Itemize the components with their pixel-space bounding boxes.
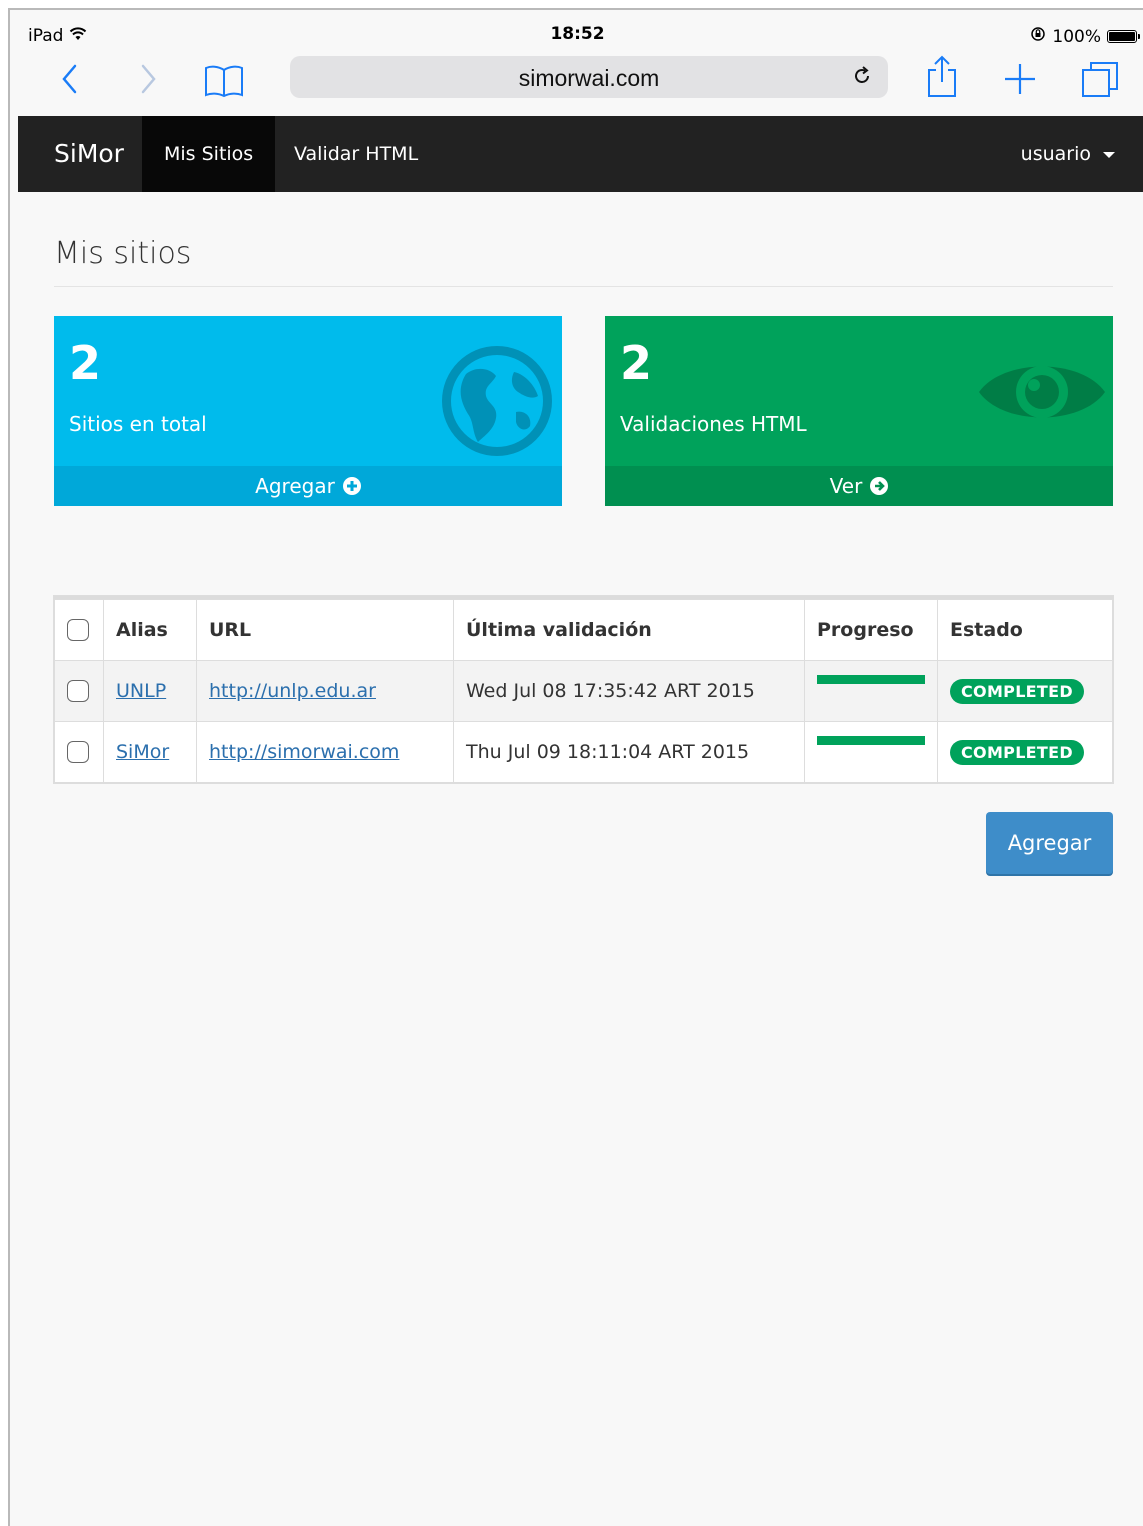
plus-circle-icon bbox=[342, 476, 361, 495]
progress-bar bbox=[817, 675, 925, 684]
last-validation: Thu Jul 09 18:11:04 ART 2015 bbox=[453, 721, 805, 783]
sites-label: Sitios en total bbox=[69, 412, 207, 436]
url-link[interactable]: http://unlp.edu.ar bbox=[209, 680, 376, 702]
back-icon[interactable] bbox=[60, 62, 80, 100]
table-row: UNLP http://unlp.edu.ar Wed Jul 08 17:35… bbox=[54, 660, 1113, 722]
add-site-button[interactable]: Agregar bbox=[986, 812, 1113, 874]
title-divider bbox=[54, 286, 1113, 287]
nav-mis-sitios[interactable]: Mis Sitios bbox=[142, 116, 276, 192]
brand-logo[interactable]: SiMor bbox=[54, 139, 124, 168]
row-checkbox[interactable] bbox=[67, 680, 89, 703]
arrow-circle-right-icon bbox=[870, 476, 889, 495]
alias-link[interactable]: UNLP bbox=[116, 680, 166, 702]
url-text: simorwai.com bbox=[518, 65, 660, 91]
col-status[interactable]: Estado bbox=[937, 599, 1113, 661]
url-link[interactable]: http://simorwai.com bbox=[209, 741, 399, 763]
battery-icon bbox=[1107, 30, 1140, 43]
share-icon[interactable] bbox=[925, 54, 959, 102]
table-header-row: Alias URL Última validación Progreso Est… bbox=[54, 599, 1113, 661]
ipad-screen: iPad 18:52 100% simorwai.com SiMor Mis S… bbox=[8, 8, 1143, 1526]
select-all-checkbox[interactable] bbox=[67, 619, 89, 642]
progress-bar bbox=[817, 736, 925, 745]
nav-validar-html[interactable]: Validar HTML bbox=[272, 116, 440, 192]
user-name: usuario bbox=[1020, 143, 1091, 165]
status-badge: COMPLETED bbox=[950, 739, 1084, 765]
validations-label: Validaciones HTML bbox=[620, 412, 807, 436]
col-alias[interactable]: Alias bbox=[103, 599, 197, 661]
row-checkbox[interactable] bbox=[67, 741, 89, 764]
battery-percent: 100% bbox=[1052, 26, 1101, 47]
validations-card: 2 Validaciones HTML Ver bbox=[605, 316, 1113, 506]
alias-link[interactable]: SiMor bbox=[116, 741, 169, 763]
sites-card: 2 Sitios en total Agregar bbox=[54, 316, 562, 506]
page-title: Mis sitios bbox=[54, 236, 192, 271]
address-bar[interactable]: simorwai.com bbox=[290, 56, 888, 98]
table-row: SiMor http://simorwai.com Thu Jul 09 18:… bbox=[54, 721, 1113, 783]
validations-view-label: Ver bbox=[829, 474, 863, 498]
rotation-lock-icon bbox=[1030, 26, 1046, 47]
col-url[interactable]: URL bbox=[196, 599, 454, 661]
globe-icon bbox=[438, 342, 556, 464]
status-time: 18:52 bbox=[550, 24, 605, 44]
last-validation: Wed Jul 08 17:35:42 ART 2015 bbox=[453, 660, 805, 722]
sites-add-label: Agregar bbox=[255, 474, 335, 498]
sites-add-link[interactable]: Agregar bbox=[54, 466, 562, 506]
tabs-icon[interactable] bbox=[1080, 60, 1120, 102]
reload-icon[interactable] bbox=[850, 64, 874, 92]
status-badge: COMPLETED bbox=[950, 678, 1084, 704]
select-all-cell bbox=[54, 599, 104, 661]
caret-down-icon bbox=[1103, 151, 1115, 158]
eye-icon bbox=[977, 352, 1107, 436]
validations-count: 2 bbox=[620, 336, 653, 390]
sites-count: 2 bbox=[69, 336, 102, 390]
validations-view-link[interactable]: Ver bbox=[605, 466, 1113, 506]
app-navbar: SiMor Mis Sitios Validar HTML usuario bbox=[18, 116, 1143, 192]
user-menu[interactable]: usuario bbox=[1021, 116, 1115, 192]
col-last-validation[interactable]: Última validación bbox=[453, 599, 805, 661]
browser-toolbar: simorwai.com bbox=[10, 50, 1143, 116]
col-progress[interactable]: Progreso bbox=[804, 599, 938, 661]
new-tab-icon[interactable] bbox=[1003, 62, 1037, 100]
forward-icon[interactable] bbox=[138, 62, 158, 100]
sites-table: Alias URL Última validación Progreso Est… bbox=[54, 596, 1113, 783]
bookmarks-icon[interactable] bbox=[204, 64, 244, 102]
